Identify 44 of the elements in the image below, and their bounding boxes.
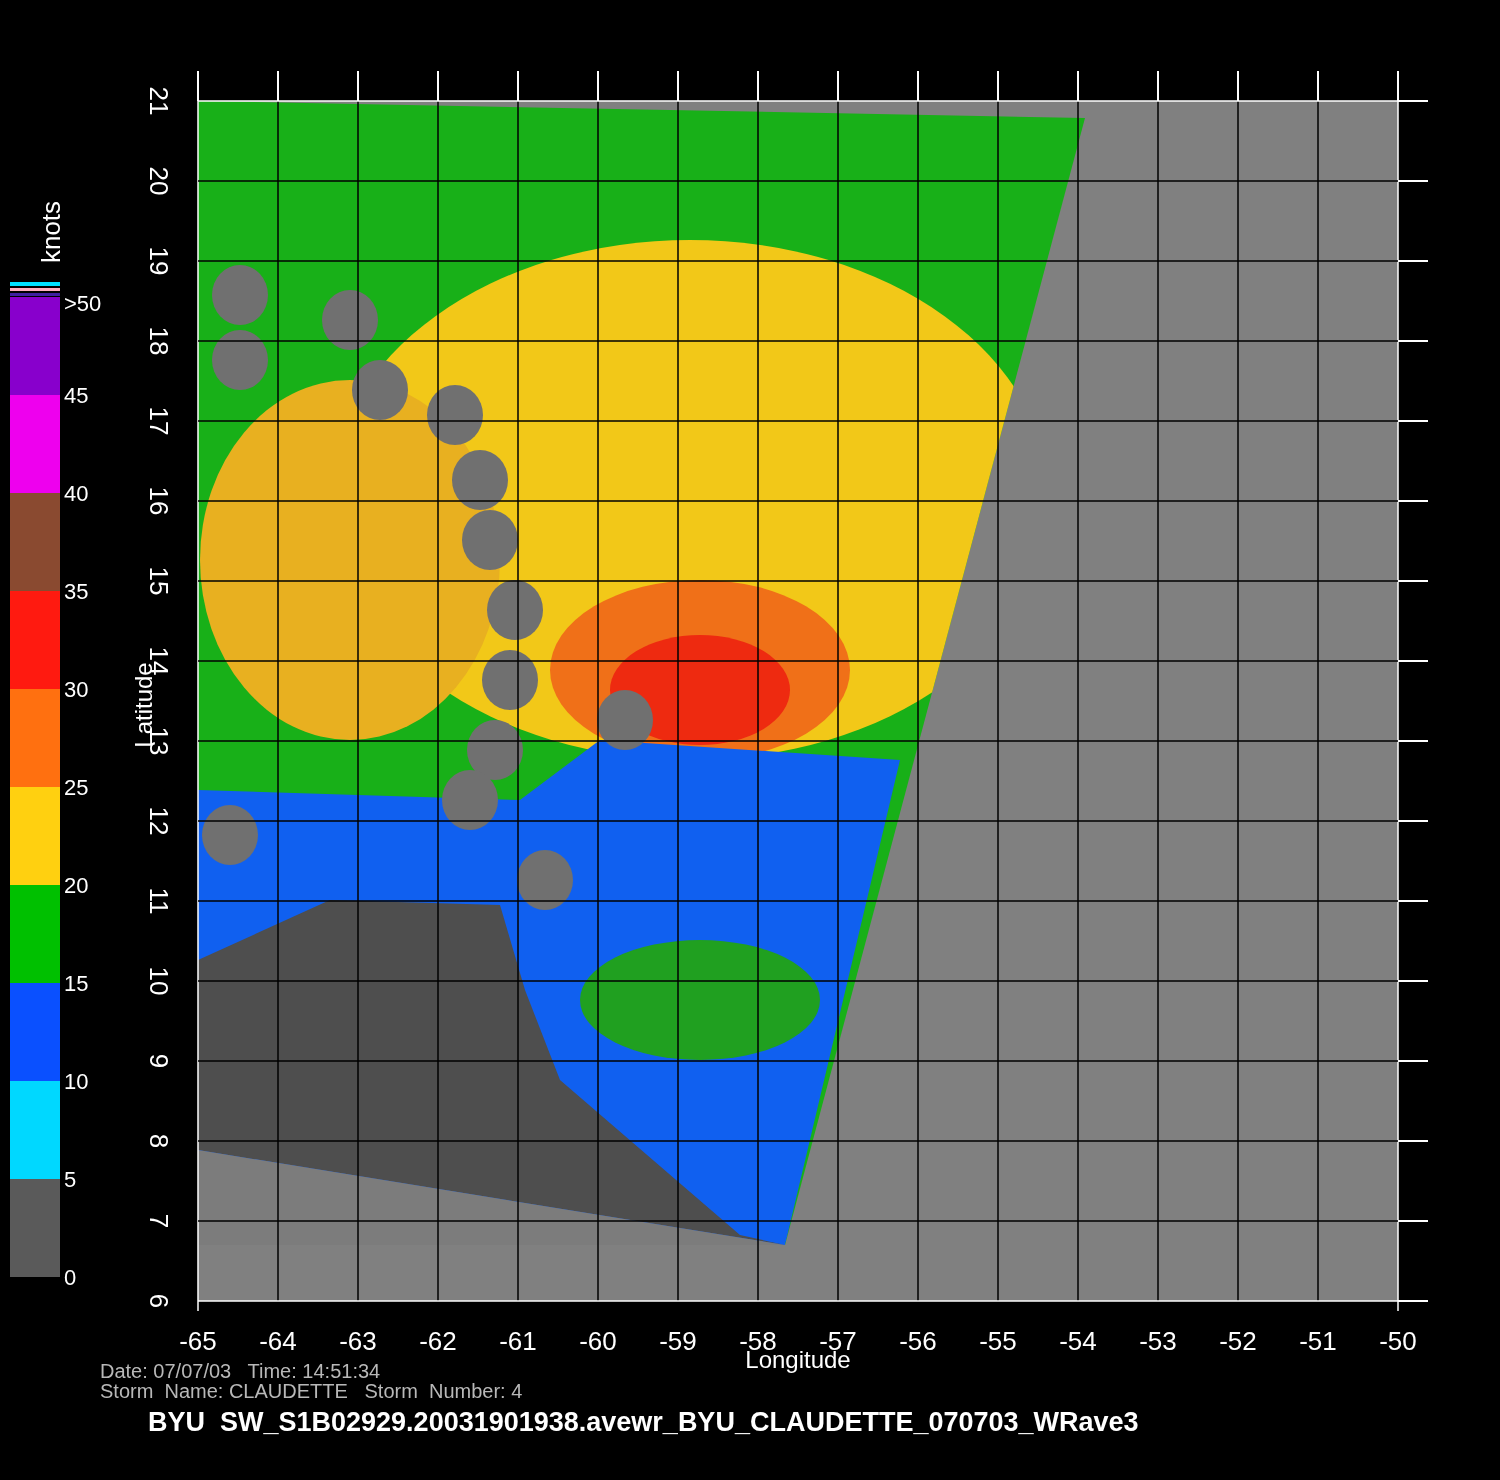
latitude-tick-label: 8: [144, 1133, 174, 1149]
longitude-tick-label: -53: [1139, 1326, 1177, 1356]
longitude-tick-label: -60: [579, 1326, 617, 1356]
legend-label: 25: [64, 775, 89, 800]
legend-label: >50: [64, 291, 102, 316]
longitude-tick-label: -52: [1219, 1326, 1257, 1356]
file-caption: BYU SW_S1B02929.20031901938.avewr_BYU_CLAUDETTE_070703_WRave3: [148, 1407, 1139, 1437]
legend-label: 40: [64, 481, 89, 506]
longitude-tick-label: -65: [179, 1326, 217, 1356]
latitude-tick-label: 18: [144, 326, 174, 356]
latitude-tick-label: 12: [144, 806, 174, 836]
latitude-tick-label: 11: [144, 887, 174, 915]
longitude-tick-label: -50: [1379, 1326, 1417, 1356]
latitude-tick-label: 15: [144, 566, 174, 596]
legend-label: 35: [64, 579, 89, 604]
legend-label: 5: [64, 1167, 77, 1192]
latitude-tick-label: 17: [144, 406, 174, 436]
longitude-tick-label: -55: [979, 1326, 1017, 1356]
latitude-tick-label: 6: [144, 1293, 174, 1309]
storm-name-line: Storm Name: CLAUDETTE Storm Number: 4: [100, 1380, 523, 1402]
longitude-tick-label: -54: [1059, 1326, 1097, 1356]
longitude-tick-label: -64: [259, 1326, 297, 1356]
legend-label: 30: [64, 677, 89, 702]
longitude-tick-label: -59: [659, 1326, 697, 1356]
legend-label: 0: [64, 1265, 77, 1290]
legend-label: 45: [64, 383, 89, 408]
legend-title: knots: [36, 200, 66, 264]
latitude-tick-label: 10: [144, 966, 174, 996]
latitude-tick-label: 19: [144, 246, 174, 276]
legend-label: 20: [64, 873, 89, 898]
latitude-tick-label: 9: [144, 1053, 174, 1069]
latitude-tick-label: 7: [144, 1213, 174, 1229]
longitude-tick-label: -63: [339, 1326, 377, 1356]
legend-label: 15: [64, 971, 89, 996]
longitude-tick-label: -62: [419, 1326, 457, 1356]
latitude-tick-label: 20: [144, 166, 174, 196]
date-time-line: Date: 07/07/03 Time: 14:51:34: [100, 1360, 381, 1382]
legend-cap-drawing: [10, 282, 60, 296]
longitude-tick-label: -56: [899, 1326, 937, 1356]
latitude-tick-label: 16: [144, 486, 174, 516]
longitude-tick-label: -51: [1299, 1326, 1337, 1356]
legend-label: 10: [64, 1069, 89, 1094]
latitude-tick-label: 21: [144, 86, 174, 116]
longitude-tick-label: -61: [499, 1326, 537, 1356]
